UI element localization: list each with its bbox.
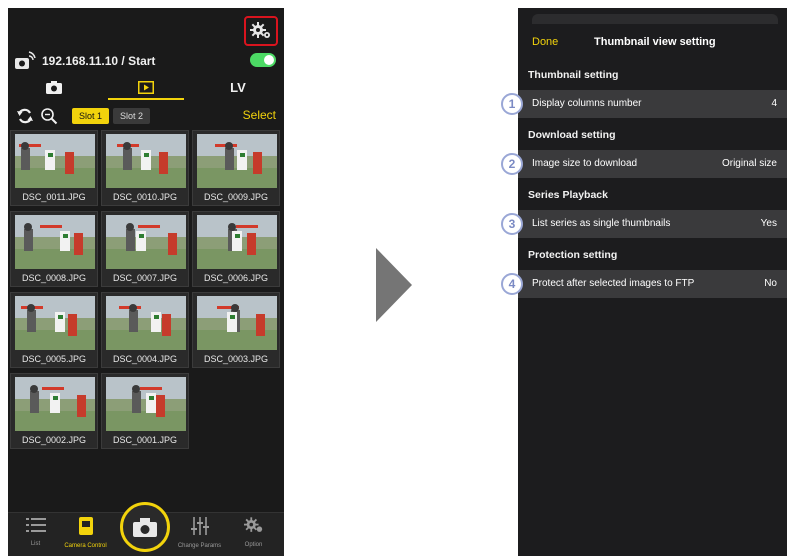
slot1-button[interactable]: Slot 1 xyxy=(72,108,110,124)
setting-row-image-size[interactable]: Image size to download Original size xyxy=(518,150,787,178)
tab-option-label: Option xyxy=(244,542,263,548)
thumbnail-filename: DSC_0001.JPG xyxy=(112,435,178,445)
connection-toggle[interactable] xyxy=(250,53,276,67)
thumbnail-item[interactable]: DSC_0007.JPG xyxy=(101,211,189,287)
thumbnail-item[interactable]: DSC_0011.JPG xyxy=(10,130,98,206)
mode-tabs: LV xyxy=(8,74,284,100)
thumbnail-item[interactable]: DSC_0008.JPG xyxy=(10,211,98,287)
setting-row-series-thumbnails[interactable]: List series as single thumbnails Yes xyxy=(518,210,787,238)
thumbnail-image xyxy=(15,134,95,188)
thumbnail-item[interactable]: DSC_0010.JPG xyxy=(101,130,189,206)
thumbnail-image xyxy=(197,215,277,269)
setting-value: No xyxy=(764,278,777,289)
connection-address: 192.168.11.10 / Start xyxy=(42,54,156,68)
thumbnail-filename: DSC_0011.JPG xyxy=(22,192,86,202)
tab-camera-control[interactable]: Camera Control xyxy=(58,517,113,549)
camera-app-screen: 192.168.11.10 / Start LV Slot 1 Slot 2 S… xyxy=(8,8,284,556)
setting-label: Image size to download xyxy=(532,158,638,169)
camera-icon xyxy=(133,517,157,537)
thumbnail-image xyxy=(15,377,95,431)
sheet-handle xyxy=(532,14,778,24)
done-button[interactable]: Done xyxy=(532,36,558,48)
tab-live-view-label: LV xyxy=(230,79,246,95)
thumbnail-item[interactable]: DSC_0001.JPG xyxy=(101,373,189,449)
nav-bar: Done Thumbnail view setting xyxy=(518,28,787,58)
callout-badge-4: 4 xyxy=(501,273,523,295)
tab-playback[interactable] xyxy=(100,74,192,100)
tab-camera-control-label: Camera Control xyxy=(64,543,107,549)
thumbnail-item[interactable]: DSC_0004.JPG xyxy=(101,292,189,368)
thumbnail-item[interactable]: DSC_0003.JPG xyxy=(192,292,280,368)
thumbnail-item[interactable]: DSC_0006.JPG xyxy=(192,211,280,287)
page-title: Thumbnail view setting xyxy=(594,36,716,48)
thumbnail-image xyxy=(197,296,277,350)
zoom-out-icon[interactable] xyxy=(40,107,58,125)
section-header-series: Series Playback xyxy=(528,189,608,201)
thumbnail-filename: DSC_0003.JPG xyxy=(203,354,269,364)
thumbnail-filename: DSC_0006.JPG xyxy=(203,273,269,283)
top-bar xyxy=(8,8,284,48)
callout-badge-2: 2 xyxy=(501,153,523,175)
tab-list[interactable]: List xyxy=(8,517,63,547)
thumbnail-image xyxy=(106,215,186,269)
thumbnail-filename: DSC_0008.JPG xyxy=(21,273,87,283)
thumbnail-item[interactable]: DSC_0005.JPG xyxy=(10,292,98,368)
setting-label: Protect after selected images to FTP xyxy=(532,278,695,289)
thumbnail-image xyxy=(197,134,277,188)
camera-connection-icon xyxy=(15,51,36,69)
refresh-icon[interactable] xyxy=(16,107,34,125)
tab-camera[interactable] xyxy=(8,74,100,100)
thumbnail-image xyxy=(15,215,95,269)
thumbnail-image xyxy=(106,296,186,350)
sliders-icon xyxy=(190,517,209,535)
thumbnail-filename: DSC_0004.JPG xyxy=(112,354,178,364)
playback-toolbar: Slot 1 Slot 2 Select xyxy=(8,104,284,128)
tab-option[interactable]: Option xyxy=(226,517,281,548)
thumbnail-filename: DSC_0002.JPG xyxy=(21,435,87,445)
section-header-thumbnail: Thumbnail setting xyxy=(528,69,619,81)
section-header-download: Download setting xyxy=(528,129,616,141)
thumbnail-item[interactable]: DSC_0002.JPG xyxy=(10,373,98,449)
playback-icon xyxy=(138,80,154,94)
thumbnail-settings-screen: Done Thumbnail view setting Thumbnail se… xyxy=(518,8,787,556)
gear-icon xyxy=(250,22,270,38)
slot2-button[interactable]: Slot 2 xyxy=(113,108,151,124)
list-icon xyxy=(25,518,46,532)
thumbnail-image xyxy=(106,377,186,431)
setting-label: List series as single thumbnails xyxy=(532,218,671,229)
thumbnail-filename: DSC_0010.JPG xyxy=(112,192,178,202)
setting-row-display-columns[interactable]: Display columns number 4 xyxy=(518,90,787,118)
section-header-protection: Protection setting xyxy=(528,249,618,261)
tab-live-view[interactable]: LV xyxy=(192,74,284,100)
thumbnail-item[interactable]: DSC_0009.JPG xyxy=(192,130,280,206)
camera-icon xyxy=(46,80,62,94)
thumbnail-filename: DSC_0009.JPG xyxy=(203,192,269,202)
screenshot-stage: 192.168.11.10 / Start LV Slot 1 Slot 2 S… xyxy=(0,0,787,556)
settings-button[interactable] xyxy=(244,16,278,46)
tab-change-params[interactable]: Change Params xyxy=(172,517,227,549)
callout-badge-1: 1 xyxy=(501,93,523,115)
camera-control-icon xyxy=(78,517,93,535)
select-button[interactable]: Select xyxy=(243,108,276,122)
setting-value: 4 xyxy=(771,98,777,109)
callout-badge-3: 3 xyxy=(501,213,523,235)
transition-arrow xyxy=(376,248,412,322)
connection-row: 192.168.11.10 / Start xyxy=(8,50,284,72)
thumbnail-image xyxy=(15,296,95,350)
thumbnail-image xyxy=(106,134,186,188)
setting-value: Yes xyxy=(760,218,777,229)
thumbnail-filename: DSC_0007.JPG xyxy=(112,273,178,283)
setting-row-protect-ftp[interactable]: Protect after selected images to FTP No xyxy=(518,270,787,298)
gear-icon xyxy=(243,517,262,532)
thumbnail-filename: DSC_0005.JPG xyxy=(21,354,87,364)
setting-value: Original size xyxy=(721,158,777,169)
bottom-tab-bar: List Camera Control Change Params Option xyxy=(8,502,284,556)
tab-change-params-label: Change Params xyxy=(177,543,222,549)
shutter-button[interactable] xyxy=(120,502,170,552)
setting-label: Display columns number xyxy=(532,98,642,109)
tab-list-label: List xyxy=(30,541,41,547)
